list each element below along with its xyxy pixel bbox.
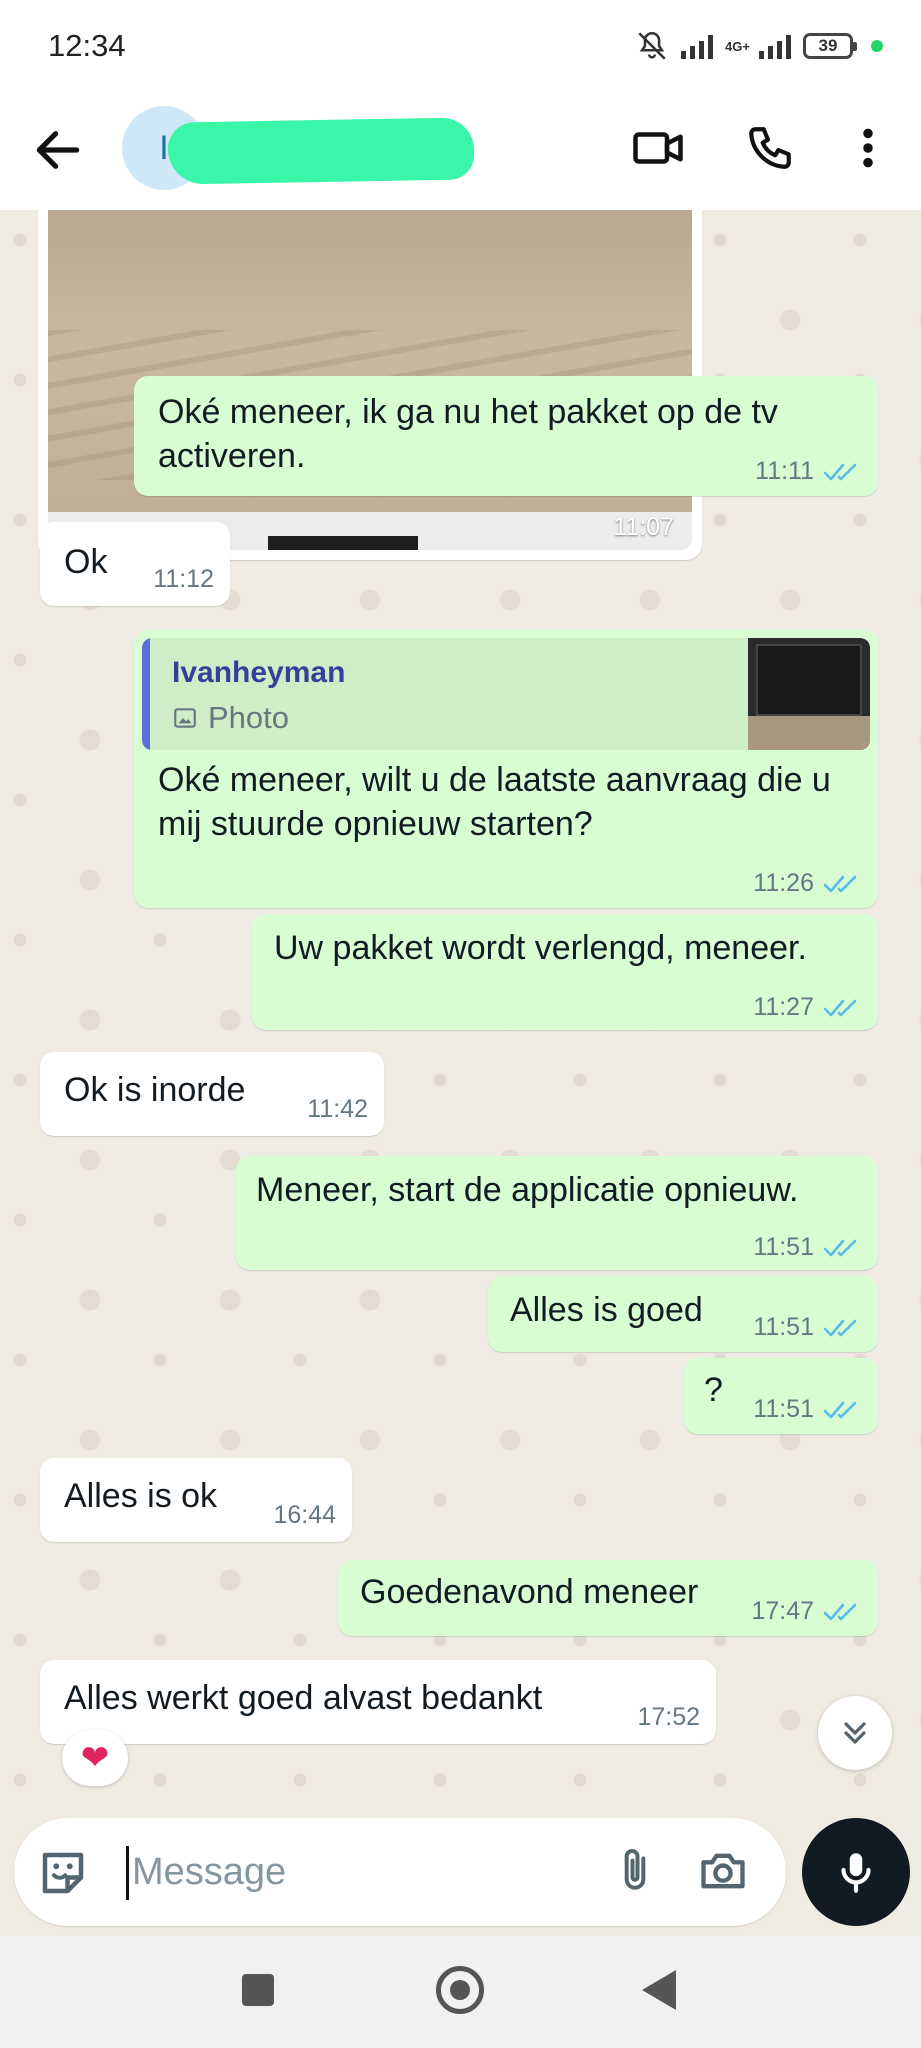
- message-time: 17:47: [751, 1597, 814, 1625]
- message-meta: 11:51: [753, 1313, 862, 1342]
- message-time: 11:12: [153, 565, 214, 593]
- message-text: Alles is ok: [64, 1477, 218, 1515]
- recents-button[interactable]: [242, 1974, 274, 2006]
- text-cursor: [126, 1846, 129, 1900]
- read-ticks-icon: [823, 463, 857, 480]
- bell-off-icon: [638, 31, 666, 60]
- paperclip-icon: [624, 1849, 646, 1890]
- message-meta: 11:11: [755, 457, 862, 486]
- camera-button[interactable]: [692, 1840, 754, 1902]
- voice-call-icon: [749, 127, 791, 169]
- message-time: 11:51: [753, 1313, 814, 1341]
- message-incoming[interactable]: Ok is inorde 11:42: [40, 1052, 384, 1136]
- signal-icon-2: [759, 33, 791, 59]
- network-type: 4G+: [725, 38, 750, 54]
- quoted-message[interactable]: Ivanheyman Photo: [142, 638, 870, 750]
- message-outgoing[interactable]: Oké meneer, ik ga nu het pakket op de tv…: [134, 376, 878, 496]
- read-ticks-icon: [823, 1319, 857, 1336]
- message-meta: 11:42: [307, 1095, 368, 1124]
- status-bar: 12:34 4G+ 39: [0, 0, 921, 92]
- battery-level: 39: [818, 36, 838, 55]
- message-time: 11:42: [307, 1095, 368, 1123]
- camera-icon: [701, 1853, 745, 1889]
- message-outgoing-reply[interactable]: Ivanheyman Photo Oké meneer, wilt u de l…: [134, 630, 878, 908]
- back-button[interactable]: [30, 122, 86, 178]
- message-incoming[interactable]: Alles is ok 16:44: [40, 1458, 352, 1542]
- quoted-thumbnail: [748, 638, 870, 750]
- message-meta: 11:51: [753, 1395, 862, 1424]
- status-icons: 4G+ 39: [635, 28, 883, 64]
- message-time: 11:07: [613, 513, 674, 541]
- message-text: Goedenavond meneer: [360, 1573, 699, 1611]
- read-ticks-icon: [823, 999, 857, 1016]
- voice-message-button[interactable]: [802, 1818, 910, 1926]
- message-outgoing[interactable]: Uw pakket wordt verlengd, meneer. 11:27: [252, 914, 878, 1030]
- message-meta: 17:47: [751, 1597, 862, 1626]
- message-outgoing[interactable]: Alles is goed 11:51: [488, 1276, 878, 1352]
- message-meta: 11:26: [753, 869, 862, 898]
- message-time: 11:26: [753, 869, 814, 897]
- message-time: 11:51: [753, 1233, 814, 1261]
- message-text: ?: [704, 1371, 723, 1409]
- message-outgoing[interactable]: Goedenavond meneer 17:47: [338, 1560, 878, 1636]
- contact-name-redacted[interactable]: [167, 117, 475, 185]
- scroll-to-bottom-button[interactable]: [818, 1696, 892, 1770]
- more-options-button[interactable]: [838, 118, 898, 178]
- message-meta: 17:52: [637, 1703, 700, 1732]
- message-incoming[interactable]: Ok 11:12: [40, 522, 230, 606]
- heart-reaction[interactable]: ❤: [62, 1730, 128, 1786]
- video-call-icon: [633, 132, 683, 164]
- more-vert-icon: [863, 128, 873, 168]
- attach-button[interactable]: [604, 1840, 666, 1902]
- read-ticks-icon: [823, 1603, 857, 1620]
- chat-header: I: [0, 92, 921, 210]
- system-back-button[interactable]: [642, 1970, 676, 2010]
- video-call-button[interactable]: [628, 118, 688, 178]
- message-text: Uw pakket wordt verlengd, meneer.: [274, 929, 807, 967]
- back-arrow-icon: [36, 131, 80, 169]
- double-chevron-down-icon: [844, 1722, 866, 1744]
- message-time: 11:27: [753, 993, 814, 1021]
- system-nav-bar: [0, 1936, 921, 2048]
- message-meta: 11:12: [153, 565, 214, 594]
- status-time: 12:34: [48, 28, 126, 63]
- message-input[interactable]: [132, 1844, 582, 1900]
- read-ticks-icon: [823, 1239, 857, 1256]
- battery-icon: 39: [803, 33, 857, 59]
- message-composer: [14, 1818, 786, 1926]
- message-outgoing[interactable]: ? 11:51: [684, 1358, 878, 1434]
- quoted-type-label: Photo: [208, 700, 290, 735]
- microphone-icon: [841, 1853, 871, 1893]
- message-text: Oké meneer, wilt u de laatste aanvraag d…: [158, 761, 831, 843]
- message-time: 11:11: [755, 457, 814, 485]
- quoted-type: Photo: [172, 700, 289, 736]
- chat-area[interactable]: 11:07 Oké meneer, ik ga nu het pakket op…: [0, 210, 921, 1818]
- message-meta: 16:44: [273, 1501, 336, 1530]
- read-ticks-icon: [823, 875, 857, 892]
- home-button[interactable]: [436, 1966, 484, 2014]
- message-text: Ok is inorde: [64, 1071, 246, 1109]
- heart-icon: ❤: [80, 1739, 110, 1777]
- message-time: 17:52: [637, 1703, 700, 1731]
- message-outgoing[interactable]: Meneer, start de applicatie opnieuw. 11:…: [236, 1156, 878, 1270]
- message-text: Alles is goed: [510, 1291, 703, 1329]
- message-text: Oké meneer, ik ga nu het pakket op de tv…: [158, 393, 778, 475]
- quoted-author: Ivanheyman: [172, 656, 346, 689]
- message-meta: 11:27: [753, 993, 862, 1022]
- message-text: Meneer, start de applicatie opnieuw.: [256, 1171, 799, 1209]
- message-time: 16:44: [273, 1501, 336, 1529]
- image-icon: [174, 708, 196, 728]
- message-text: Alles werkt goed alvast bedankt: [64, 1679, 543, 1717]
- privacy-indicator: [871, 40, 883, 52]
- sticker-button[interactable]: [36, 1846, 90, 1900]
- voice-call-button[interactable]: [740, 118, 800, 178]
- read-ticks-icon: [823, 1401, 857, 1418]
- message-text: Ok: [64, 543, 108, 581]
- message-time: 11:51: [753, 1395, 814, 1423]
- signal-icon: [681, 33, 713, 59]
- message-meta: 11:51: [753, 1233, 862, 1262]
- message-incoming[interactable]: Alles werkt goed alvast bedankt 17:52: [40, 1660, 716, 1744]
- sticker-icon: [42, 1852, 84, 1894]
